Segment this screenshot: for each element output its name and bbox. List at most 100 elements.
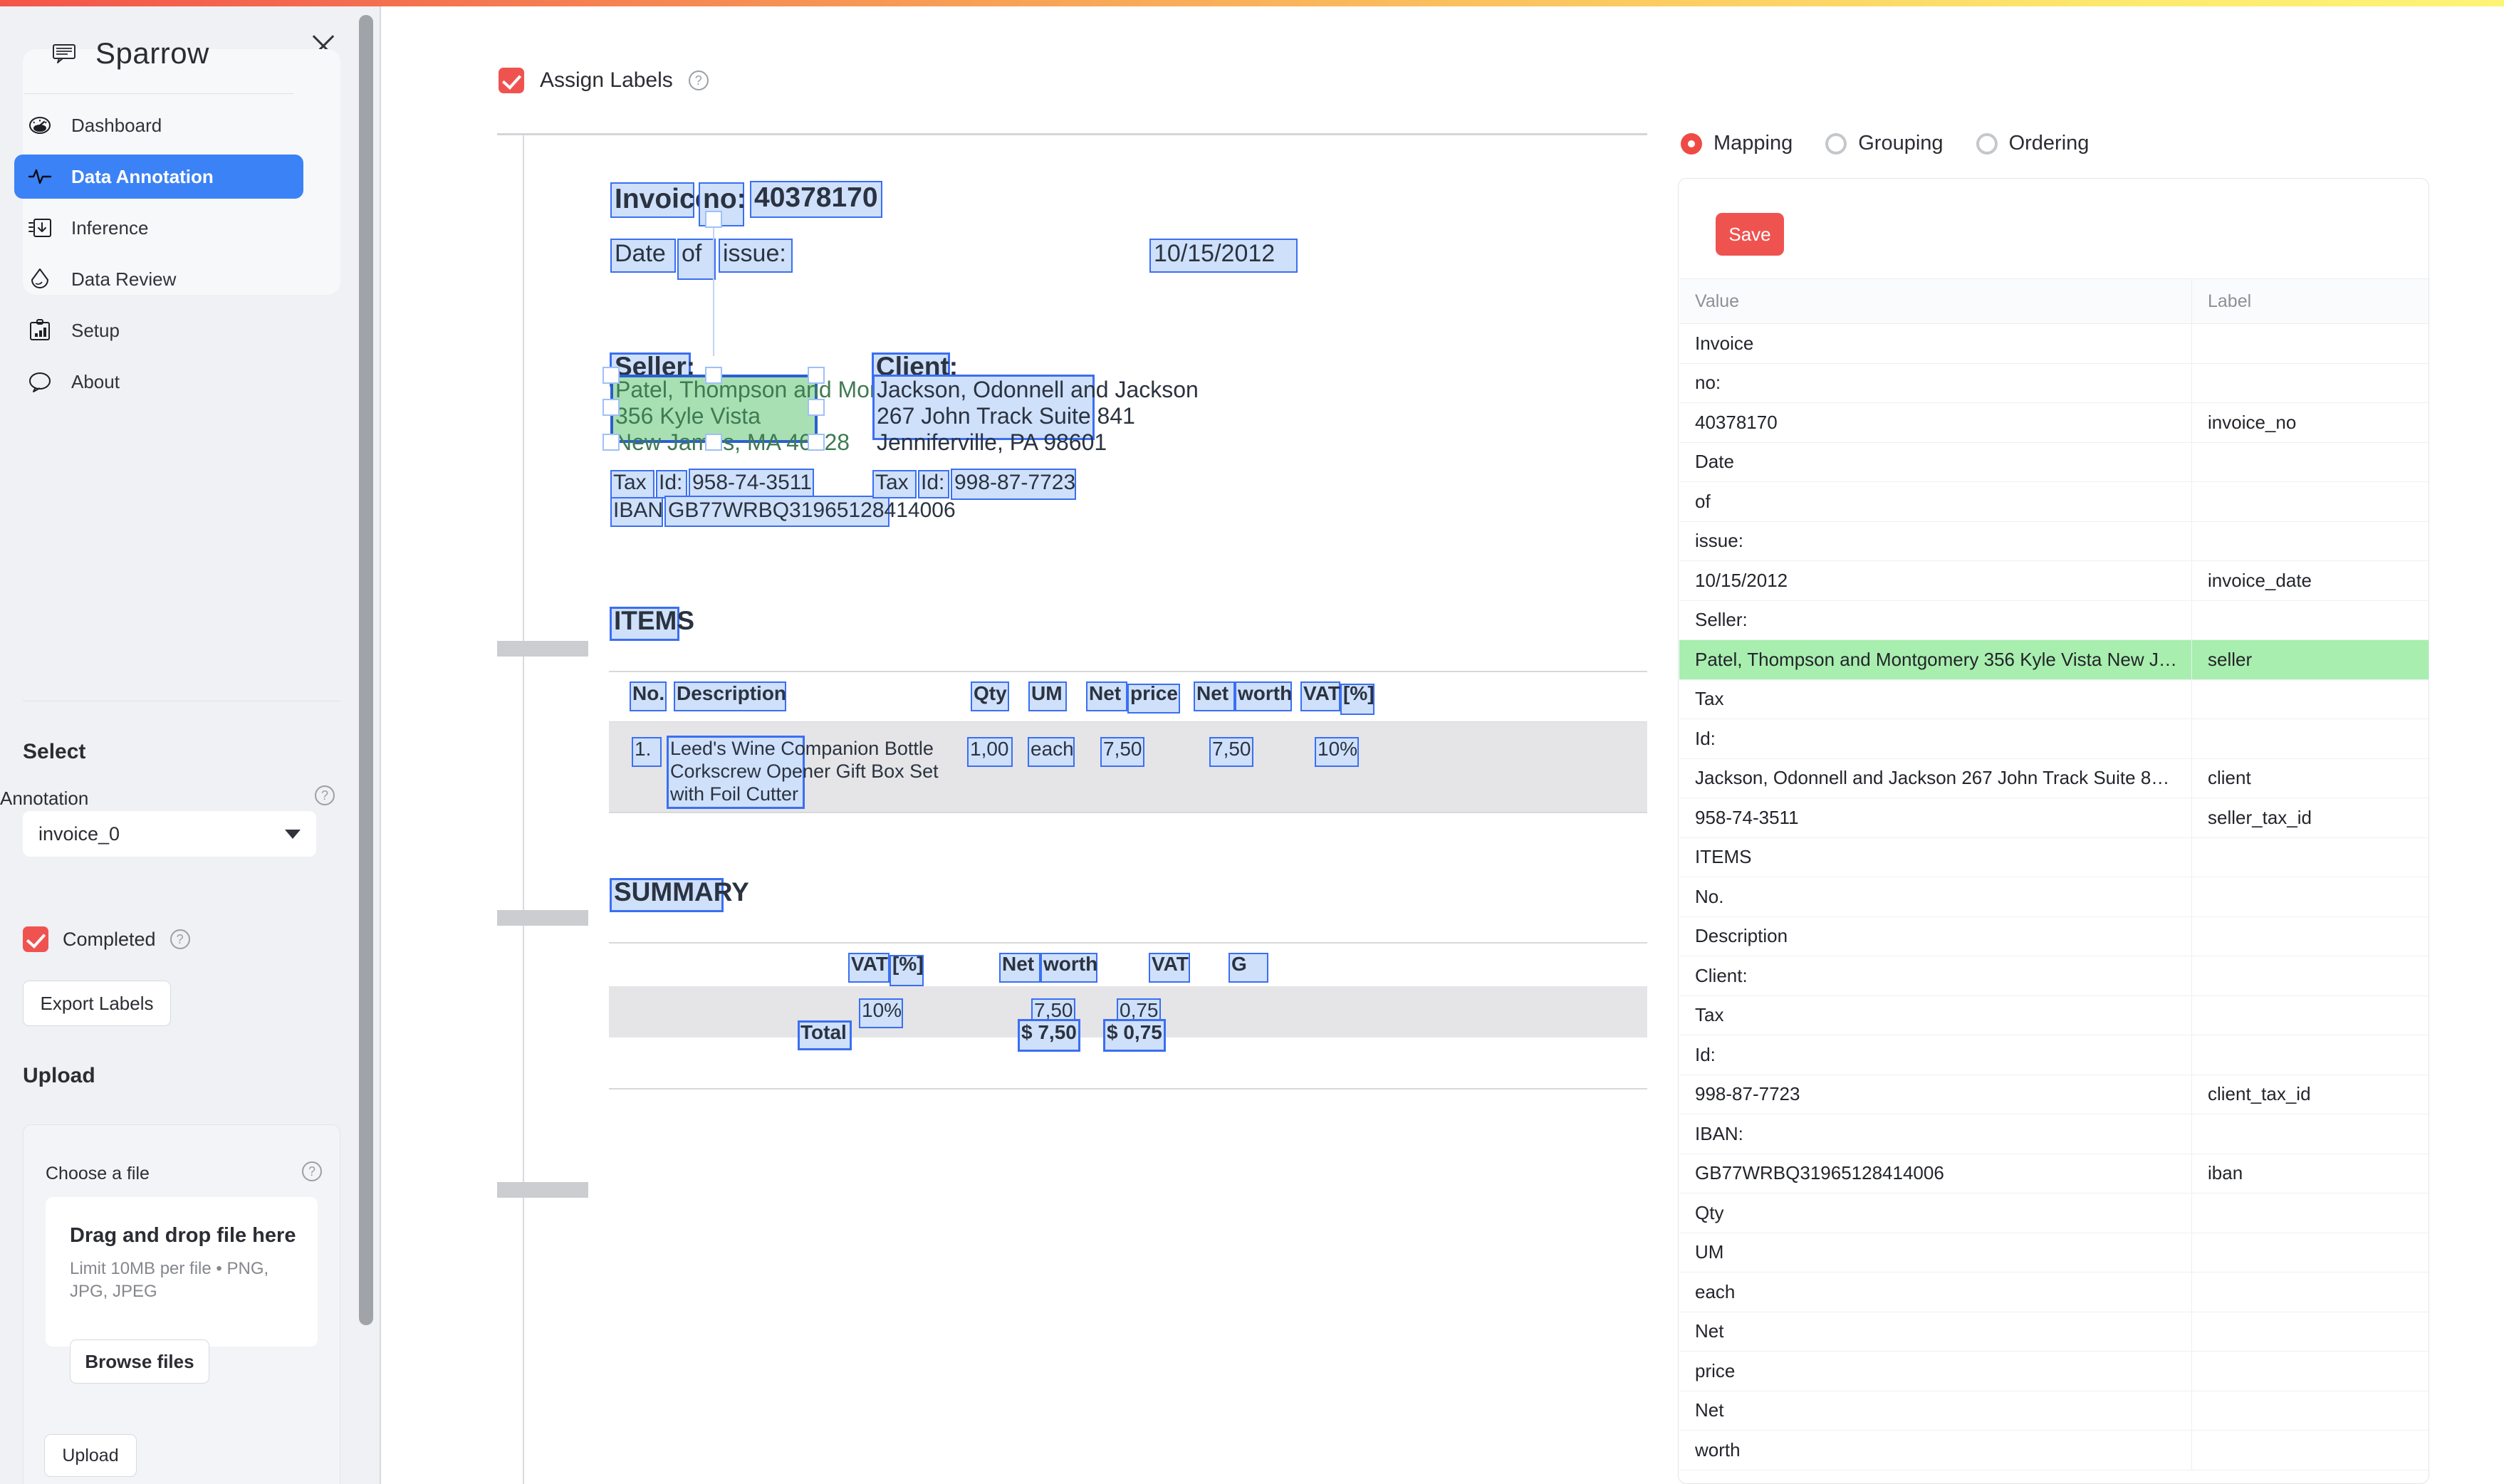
upload-button[interactable]: Upload bbox=[44, 1434, 137, 1477]
table-row[interactable]: each bbox=[1679, 1273, 2429, 1312]
resize-handle-nw[interactable] bbox=[602, 367, 620, 384]
table-row[interactable]: 10/15/2012 invoice_date bbox=[1679, 561, 2429, 601]
table-row[interactable]: issue: bbox=[1679, 521, 2429, 561]
table-row[interactable]: price bbox=[1679, 1352, 2429, 1391]
cell-value: ITEMS bbox=[1679, 837, 2192, 877]
table-row[interactable]: no: bbox=[1679, 363, 2429, 403]
radio-ordering[interactable]: Ordering bbox=[1976, 132, 2089, 155]
column-header-label: Label bbox=[2208, 291, 2252, 311]
cell-label: seller bbox=[2208, 648, 2253, 670]
radio-grouping[interactable]: Grouping bbox=[1825, 132, 1944, 155]
cell-label bbox=[2192, 522, 2429, 561]
sidebar-divider bbox=[24, 93, 293, 94]
table-row[interactable]: Date bbox=[1679, 442, 2429, 482]
doc-invoice-title: Invoice bbox=[615, 184, 711, 214]
cell-label bbox=[2192, 680, 2429, 719]
resize-handle-ne[interactable] bbox=[808, 367, 825, 384]
radio-mapping[interactable]: Mapping bbox=[1681, 132, 1793, 155]
table-row[interactable]: ITEMS bbox=[1679, 837, 2429, 877]
cell-value: No. bbox=[1679, 877, 2192, 916]
save-button[interactable]: Save bbox=[1716, 213, 1784, 256]
choose-file-label: Choose a file bbox=[46, 1164, 150, 1183]
resize-handle-se[interactable] bbox=[808, 434, 825, 451]
table-row[interactable]: 958-74-3511 seller_tax_id bbox=[1679, 798, 2429, 838]
table-row[interactable]: of bbox=[1679, 482, 2429, 522]
cell-value: 40378170 bbox=[1679, 403, 2192, 442]
sidebar-item-inference[interactable]: Inference bbox=[14, 206, 303, 250]
cell-value: Patel, Thompson and Montgomery 356 Kyle … bbox=[1679, 640, 2192, 679]
help-circle-icon[interactable]: ? bbox=[302, 1161, 322, 1181]
table-row[interactable]: Tax bbox=[1679, 679, 2429, 719]
doc-seller-id-word: Id: bbox=[659, 471, 683, 494]
resize-handle-n[interactable] bbox=[705, 367, 722, 384]
sidebar-scrollbar[interactable] bbox=[359, 15, 373, 1325]
completed-checkbox-row: Completed ? bbox=[23, 926, 190, 952]
invoice-document-canvas[interactable]: Invoice no: 40378170 Date of issue: 10/1… bbox=[497, 133, 1647, 1484]
table-row[interactable]: Net bbox=[1679, 1391, 2429, 1431]
resize-handle-w[interactable] bbox=[602, 399, 620, 416]
dropzone-title: Drag and drop file here bbox=[70, 1224, 296, 1247]
table-row[interactable]: Tax bbox=[1679, 996, 2429, 1035]
decorative-gradient-bar bbox=[0, 0, 2504, 6]
cell-label bbox=[2192, 1312, 2429, 1352]
doc-client-tax-word: Tax bbox=[875, 471, 909, 494]
sidebar-item-data-annotation[interactable]: Data Annotation bbox=[14, 155, 303, 199]
table-row[interactable]: Qty bbox=[1679, 1193, 2429, 1233]
cell-value: issue: bbox=[1679, 521, 2192, 560]
table-row[interactable]: IBAN: bbox=[1679, 1114, 2429, 1154]
sidebar: Sparrow Dashboard Data Annotation Infere… bbox=[0, 6, 380, 1484]
cell-value: worth bbox=[1679, 1431, 2192, 1470]
table-row[interactable]: GB77WRBQ31965128414006 iban bbox=[1679, 1154, 2429, 1193]
table-row[interactable]: Description bbox=[1679, 916, 2429, 956]
cell-label bbox=[2192, 838, 2429, 877]
cell-label: invoice_date bbox=[2208, 569, 2312, 591]
resize-handle-s[interactable] bbox=[705, 434, 722, 451]
help-circle-icon[interactable]: ? bbox=[688, 70, 709, 90]
table-row[interactable]: 998-87-7723 client_tax_id bbox=[1679, 1075, 2429, 1114]
resize-handle-e[interactable] bbox=[808, 399, 825, 416]
cell-label bbox=[2192, 364, 2429, 403]
table-row[interactable]: Seller: bbox=[1679, 600, 2429, 640]
items-col-price: price bbox=[1130, 682, 1178, 704]
rotate-handle[interactable] bbox=[705, 211, 722, 228]
cell-label bbox=[2192, 917, 2429, 956]
completed-checkbox[interactable] bbox=[23, 926, 48, 952]
table-row[interactable]: Invoice bbox=[1679, 324, 2429, 364]
cell-label bbox=[2192, 1352, 2429, 1391]
table-row[interactable]: No. bbox=[1679, 877, 2429, 917]
table-row[interactable]: Patel, Thompson and Montgomery 356 Kyle … bbox=[1679, 640, 2429, 680]
doc-client-line1: Jackson, Odonnell and Jackson bbox=[877, 377, 1199, 402]
export-labels-button[interactable]: Export Labels bbox=[23, 981, 171, 1026]
table-row[interactable]: Id: bbox=[1679, 719, 2429, 759]
browse-files-button[interactable]: Browse files bbox=[70, 1339, 209, 1384]
table-row[interactable]: worth bbox=[1679, 1431, 2429, 1470]
sidebar-item-setup[interactable]: Setup bbox=[14, 308, 303, 352]
table-row[interactable]: Net bbox=[1679, 1312, 2429, 1352]
summary-vat-pct: 10% bbox=[862, 999, 902, 1021]
doc-iban-value: GB77WRBQ31965128414006 bbox=[668, 498, 956, 522]
table-row[interactable]: Id: bbox=[1679, 1035, 2429, 1075]
cell-label: client bbox=[2208, 767, 2251, 789]
help-circle-icon[interactable]: ? bbox=[315, 785, 335, 805]
assign-labels-checkbox[interactable] bbox=[499, 68, 524, 93]
doc-client-tax-id: 998-87-7723 bbox=[954, 471, 1076, 494]
assign-labels-row: Assign Labels ? bbox=[499, 68, 709, 93]
cell-value: Net bbox=[1679, 1312, 2192, 1351]
help-circle-icon[interactable]: ? bbox=[169, 929, 190, 949]
sidebar-item-about[interactable]: About bbox=[14, 360, 303, 404]
table-row[interactable]: Client: bbox=[1679, 956, 2429, 996]
resize-handle-sw[interactable] bbox=[602, 434, 620, 451]
table-row[interactable]: Jackson, Odonnell and Jackson 267 John T… bbox=[1679, 758, 2429, 798]
item-net-price: 7,50 bbox=[1103, 738, 1142, 760]
sidebar-item-dashboard[interactable]: Dashboard bbox=[14, 103, 303, 147]
annotation-select[interactable]: invoice_0 bbox=[23, 811, 316, 857]
table-row[interactable]: UM bbox=[1679, 1233, 2429, 1273]
items-col-worth: worth bbox=[1238, 682, 1293, 704]
summary-col-net: Net bbox=[1002, 953, 1035, 975]
table-row[interactable]: 40378170 invoice_no bbox=[1679, 403, 2429, 443]
cell-label bbox=[2192, 877, 2429, 916]
sidebar-item-data-review[interactable]: Data Review bbox=[14, 257, 303, 301]
table-header-row: Value Label bbox=[1679, 278, 2429, 324]
cell-label bbox=[2192, 1035, 2429, 1075]
cell-value: price bbox=[1679, 1352, 2192, 1391]
